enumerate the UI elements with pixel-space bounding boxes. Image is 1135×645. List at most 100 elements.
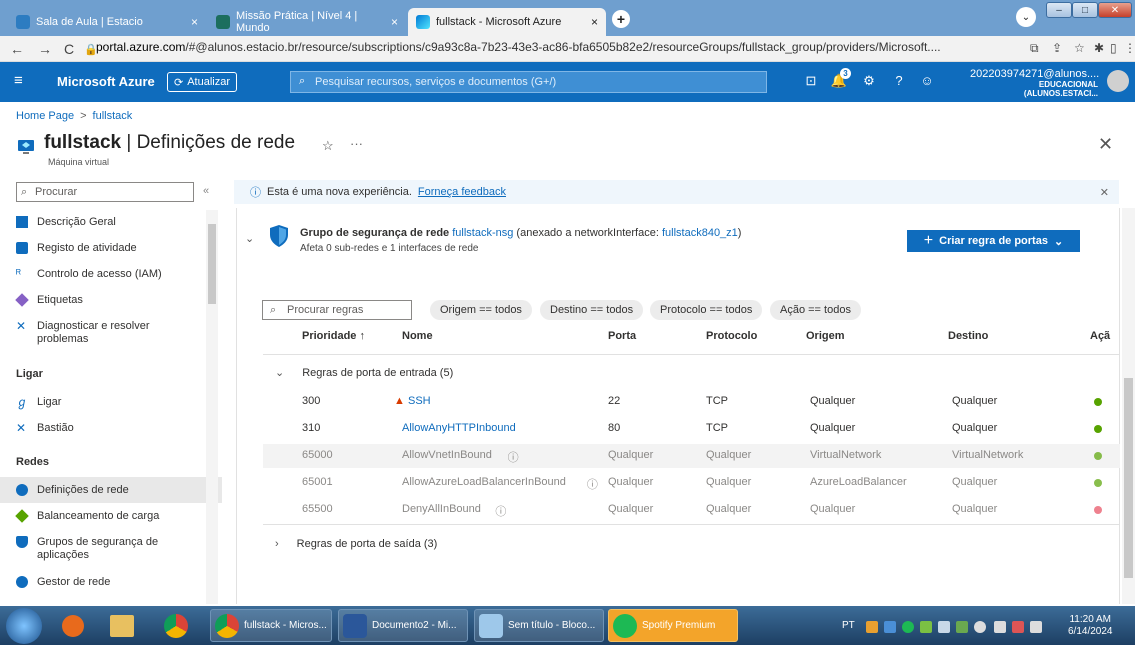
sidebar-item-activity-log[interactable]: Registo de atividade [16,242,206,254]
info-icon[interactable]: ⓘ [587,476,598,492]
taskbar-button-spotify[interactable]: Spotify Premium [608,609,738,642]
content-scrollbar[interactable] [1122,208,1135,604]
star-icon[interactable]: ☆ [1074,41,1085,55]
new-tab-button[interactable]: + [612,10,630,28]
install-icon[interactable]: ⧉ [1030,41,1039,56]
maximize-button[interactable]: □ [1072,2,1098,18]
sidebar-item-load-balancing[interactable]: Balanceamento de carga [15,509,206,523]
share-icon[interactable]: ⇪ [1052,41,1062,55]
tab-sala-de-aula[interactable]: Sala de Aula | Estacio × [8,8,206,36]
scrollbar-thumb[interactable] [1124,378,1133,578]
breadcrumb-home[interactable]: Home Page [16,110,74,122]
scrollbar-thumb[interactable] [208,224,216,304]
sidebar-item-bastion[interactable]: ✕ Bastião [16,422,206,434]
language-indicator[interactable]: PT [842,620,855,631]
azure-brand[interactable]: Microsoft Azure [57,74,155,89]
create-port-rule-button[interactable]: + Criar regra de portas ⌄ [907,230,1080,252]
reload-icon[interactable]: C [64,41,74,57]
collapse-chevron-icon[interactable]: ⌄ [245,232,254,245]
taskbar-button-word[interactable]: Documento2 - Mi... [338,609,468,642]
tray-app-icon[interactable] [884,621,896,633]
tab-search-icon[interactable]: ⌄ [1016,7,1036,27]
more-options-icon[interactable]: ··· [350,136,363,151]
minimize-button[interactable]: – [1046,2,1072,18]
tray-app-icon[interactable] [974,621,986,633]
opera-icon[interactable] [62,615,84,637]
table-row[interactable]: 65500 DenyAllInBound ⓘ Qualquer Qualquer Qual… [263,498,1120,522]
column-header-port[interactable]: Porta [608,330,636,342]
column-header-destination[interactable]: Destino [948,330,988,342]
filter-pill-protocolo[interactable]: Protocolo == todos [650,300,763,320]
collapse-icon[interactable]: « [203,185,209,197]
volume-icon[interactable] [1030,621,1042,633]
table-row[interactable]: 300 ▲ SSH 22 TCP Qualquer Qualquer [263,390,1120,414]
table-row[interactable]: 310 AllowAnyHTTPInbound 80 TCP Qualquer Qualq… [263,417,1120,441]
filter-pill-origem[interactable]: Origem == todos [430,300,532,320]
info-icon[interactable]: ⓘ [495,503,506,519]
forward-icon[interactable]: → [38,41,52,57]
outbound-group-row[interactable]: › Regras de porta de saída (3) [275,538,437,550]
table-row[interactable]: 65000 AllowVnetInBound ⓘ Qualquer Qualquer Vi… [263,444,1120,468]
nic-link[interactable]: fullstack840_z1 [662,227,738,239]
close-tab-icon[interactable]: × [591,15,598,29]
column-header-source[interactable]: Origem [806,330,845,342]
tray-app-icon[interactable] [866,621,878,633]
tray-spotify-icon[interactable] [902,621,914,633]
tab-missao-pratica[interactable]: Missão Prática | Nível 4 | Mundo × [208,8,406,36]
taskbar-button-azure[interactable]: fullstack - Micros... [210,609,332,642]
sidebar-item-networking[interactable]: Definições de rede [16,484,206,496]
battery-icon[interactable] [994,621,1006,633]
start-button[interactable] [6,608,42,644]
sidebar-search-input[interactable]: ⌕ Procurar [16,182,194,202]
close-window-button[interactable]: ✕ [1098,2,1132,18]
filter-pill-acao[interactable]: Ação == todos [770,300,861,320]
tray-app-icon[interactable] [920,621,932,633]
filter-pill-destino[interactable]: Destino == todos [540,300,644,320]
close-tab-icon[interactable]: × [191,15,198,29]
refresh-button[interactable]: ⟳ Atualizar [167,72,238,92]
sidebar-item-connect[interactable]: ℊ Ligar [16,396,206,408]
taskbar-button-notepad[interactable]: Sem título - Bloco... [474,609,604,642]
sidebar-item-overview[interactable]: Descrição Geral [16,216,206,228]
dismiss-icon[interactable]: ✕ [1100,186,1109,199]
chrome-icon[interactable] [164,614,188,638]
column-header-protocol[interactable]: Protocolo [706,330,757,342]
inbound-group-row[interactable]: ⌄ Regras de porta de entrada (5) [275,366,453,380]
cell-name[interactable]: AllowAnyHTTPInbound [402,422,516,434]
favorite-star-icon[interactable]: ☆ [322,138,334,154]
menu-icon[interactable]: ⋮ [1124,41,1135,55]
avatar[interactable] [1107,70,1129,92]
column-header-priority[interactable]: Prioridade ↑ [302,330,365,342]
column-header-action[interactable]: Açã [1090,330,1118,342]
tray-app-icon[interactable] [956,621,968,633]
tab-azure[interactable]: fullstack - Microsoft Azure × [408,8,606,36]
sidepanel-icon[interactable]: ▯ [1110,41,1117,55]
url-field[interactable]: portal.azure.com/#@alunos.estacio.br/res… [96,40,1026,58]
feedback-link[interactable]: Forneça feedback [418,186,506,198]
nsg-link[interactable]: fullstack-nsg [452,227,513,239]
breadcrumb-current[interactable]: fullstack [93,110,133,122]
global-search-input[interactable]: ⌕ Pesquisar recursos, serviços e documen… [290,71,767,93]
column-header-name[interactable]: Nome [402,330,433,342]
folder-icon[interactable] [110,615,134,637]
back-icon[interactable]: ← [10,41,24,57]
sidebar-item-diagnose[interactable]: ✕ Diagnosticar e resolver problemas [16,320,206,346]
sidebar-item-iam[interactable]: ᴿ Controlo de acesso (IAM) [16,268,206,280]
cloud-shell-icon[interactable]: ⊡ [802,73,820,89]
close-blade-icon[interactable]: ✕ [1098,134,1113,155]
account-menu[interactable]: 202203974271@alunos.... EDUCACIONAL (ALU… [970,68,1099,98]
settings-icon[interactable]: ⚙ [860,73,878,89]
sidebar-scrollbar[interactable] [206,210,218,604]
sidebar-item-tags[interactable]: Etiquetas [15,293,206,307]
rules-search-input[interactable]: ⌕ Procurar regras [262,300,412,320]
help-icon[interactable]: ? [890,73,908,88]
signal-icon[interactable] [938,621,950,633]
clock[interactable]: 11:20 AM 6/14/2024 [1068,614,1113,638]
feedback-icon[interactable]: ☺ [918,73,936,88]
sidebar-item-asg[interactable]: Grupos de segurança de aplicações [16,536,206,562]
sidebar-item-network-manager[interactable]: Gestor de rede [16,576,206,588]
close-tab-icon[interactable]: × [391,15,398,29]
table-row[interactable]: 65001 AllowAzureLoadBalancerInBound ⓘ Qualq… [263,471,1120,495]
hamburger-icon[interactable]: ≡ [14,72,23,89]
network-status-icon[interactable] [1012,621,1024,633]
